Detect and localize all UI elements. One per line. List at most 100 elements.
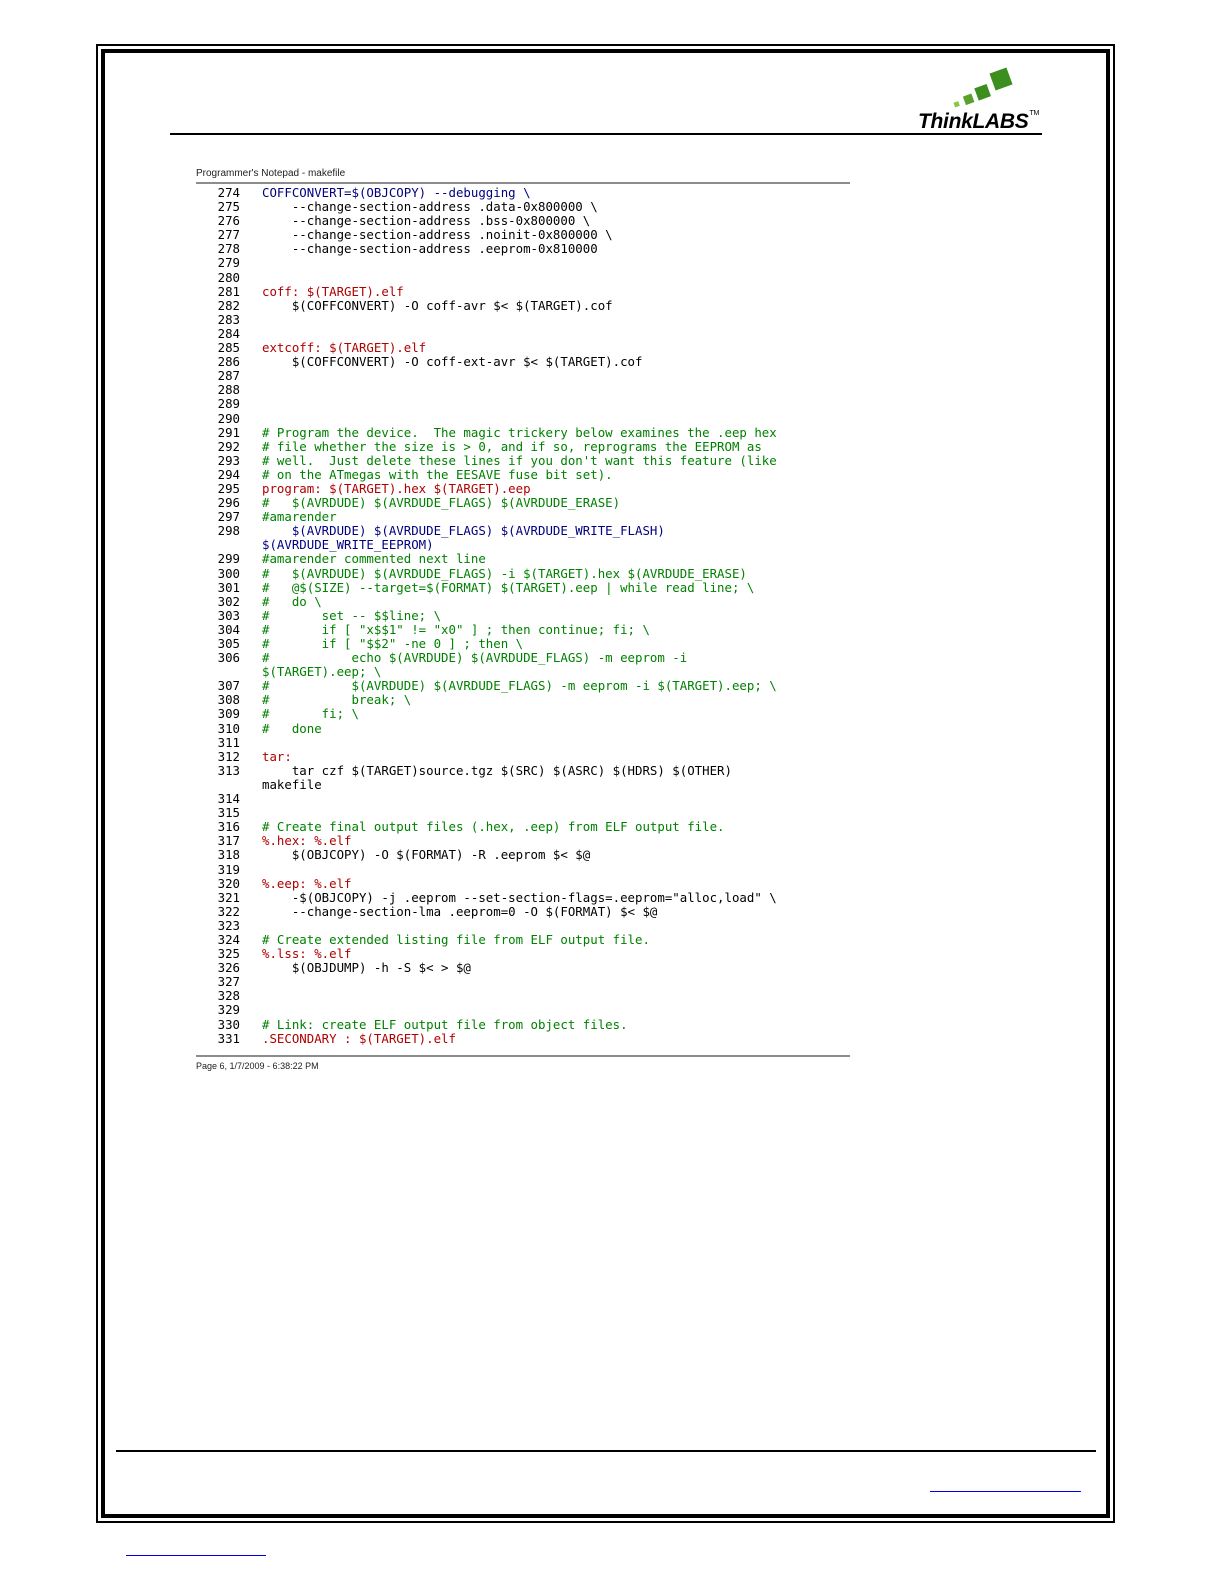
code-text: # fi; \ bbox=[262, 706, 359, 722]
code-line: 304 # if [ "x$$1" != "x0" ] ; then contin… bbox=[196, 621, 856, 637]
line-number: 278 bbox=[217, 241, 240, 257]
code-line: 306 # echo $(AVRDUDE) $(AVRDUDE_FLAGS) -m… bbox=[196, 650, 856, 666]
code-line: 326 $(OBJDUMP) -h -S $< > $@ bbox=[196, 961, 856, 975]
code-line: 330 # Link: create ELF output file from o… bbox=[196, 1016, 856, 1032]
code-text: tar: bbox=[262, 748, 292, 764]
trademark-mark: TM bbox=[1029, 110, 1039, 117]
code-text: # $(AVRDUDE) $(AVRDUDE_FLAGS) $(AVRDUDE_… bbox=[262, 495, 621, 511]
code-line: 328 bbox=[196, 989, 856, 1003]
line-number: 324 bbox=[217, 931, 240, 947]
code-text: #amarender bbox=[262, 509, 337, 525]
code-text: program: $(TARGET).hex $(TARGET).eep bbox=[262, 480, 531, 496]
code-line: 279 bbox=[196, 256, 856, 270]
line-number: 292 bbox=[217, 438, 240, 454]
code-line: 275 --change-section-address .data-0x800… bbox=[196, 199, 856, 215]
code-text: # $(AVRDUDE) $(AVRDUDE_FLAGS) -m eeprom … bbox=[262, 678, 777, 694]
line-number: 320 bbox=[217, 875, 240, 891]
line-number: 285 bbox=[217, 340, 240, 356]
line-number: 306 bbox=[217, 650, 240, 666]
code-text: COFFCONVERT=$(OBJCOPY) --debugging \ bbox=[262, 185, 531, 200]
code-line: 289 bbox=[196, 397, 856, 411]
notepad-footer: Page 6, 1/7/2009 - 6:38:22 PM bbox=[196, 1061, 319, 1071]
code-line: 298 $(AVRDUDE) $(AVRDUDE_FLAGS) $(AVRDUD… bbox=[196, 524, 856, 538]
code-line: 323 bbox=[196, 918, 856, 933]
code-line: 296 # $(AVRDUDE) $(AVRDUDE_FLAGS) $(AVRDU… bbox=[196, 495, 856, 511]
code-line: 309 # fi; \ bbox=[196, 707, 856, 721]
code-line: 325 %.lss: %.elf bbox=[196, 946, 856, 962]
line-number: 326 bbox=[217, 960, 240, 976]
code-line: 312 tar: bbox=[196, 748, 856, 764]
code-text: # done bbox=[262, 720, 322, 736]
header-rule bbox=[170, 133, 1042, 135]
code-line: 324 # Create extended listing file from E… bbox=[196, 931, 856, 947]
code-line: 302 # do \ bbox=[196, 593, 856, 609]
line-number: 311 bbox=[217, 734, 240, 750]
code-line: 313 tar czf $(TARGET)source.tgz $(SRC) $… bbox=[196, 762, 856, 778]
line-number: 327 bbox=[217, 974, 240, 990]
code-line: 317 %.hex: %.elf bbox=[196, 834, 856, 848]
code-text: $(OBJDUMP) -h -S $< > $@ bbox=[262, 960, 471, 976]
logo-wordmark: ThinkLABSTM bbox=[918, 110, 1039, 133]
line-number bbox=[196, 778, 262, 792]
code-text: coff: $(TARGET).elf bbox=[262, 283, 404, 299]
line-number: 284 bbox=[217, 325, 240, 341]
line-number: 300 bbox=[217, 565, 240, 581]
code-line: 321 -$(OBJCOPY) -j .eeprom --set-section… bbox=[196, 890, 856, 905]
code-line: 322 --change-section-lma .eeprom=0 -O $(… bbox=[196, 904, 856, 919]
bottom-link[interactable] bbox=[126, 1555, 266, 1556]
code-line: 294 # on the ATmegas with the EESAVE fuse… bbox=[196, 466, 856, 482]
code-line: 311 bbox=[196, 734, 856, 750]
code-line: 281 coff: $(TARGET).elf bbox=[196, 283, 856, 299]
line-number: 280 bbox=[217, 269, 240, 285]
code-line: 287 bbox=[196, 369, 856, 383]
code-text: # if [ "$$2" -ne 0 ] ; then \ bbox=[262, 636, 524, 651]
code-line: 299 #amarender commented next line bbox=[196, 552, 856, 566]
line-number: 307 bbox=[217, 678, 240, 694]
code-line: 291 # Program the device. The magic trick… bbox=[196, 424, 856, 440]
code-text: $(COFFCONVERT) -O coff-avr $< $(TARGET).… bbox=[262, 297, 613, 313]
code-text: makefile bbox=[262, 776, 322, 792]
code-line: 283 bbox=[196, 311, 856, 327]
line-number: 288 bbox=[217, 382, 240, 398]
line-number: 316 bbox=[217, 819, 240, 835]
code-line: 300 # $(AVRDUDE) $(AVRDUDE_FLAGS) -i $(TA… bbox=[196, 565, 856, 581]
line-number: 303 bbox=[217, 607, 240, 623]
code-text: #amarender commented next line bbox=[262, 551, 486, 567]
code-text: %.lss: %.elf bbox=[262, 946, 352, 962]
footer-link[interactable] bbox=[930, 1491, 1081, 1492]
line-number: 283 bbox=[217, 311, 240, 327]
notepad-bottom-rule bbox=[196, 1055, 850, 1057]
line-number: 313 bbox=[217, 762, 240, 778]
code-line: 280 bbox=[196, 269, 856, 285]
code-line: 277 --change-section-address .noinit-0x8… bbox=[196, 228, 856, 242]
line-number: 304 bbox=[217, 621, 240, 637]
line-number: 275 bbox=[217, 199, 240, 215]
code-text: $(AVRDUDE_WRITE_EEPROM) bbox=[262, 537, 434, 553]
code-line: 319 bbox=[196, 862, 856, 877]
code-text: # break; \ bbox=[262, 692, 412, 708]
line-number: 297 bbox=[217, 509, 240, 525]
line-number: 276 bbox=[217, 213, 240, 229]
code-text: $(AVRDUDE) $(AVRDUDE_FLAGS) $(AVRDUDE_WR… bbox=[262, 523, 665, 539]
code-line: 282 $(COFFCONVERT) -O coff-avr $< $(TARG… bbox=[196, 297, 856, 313]
line-number: 302 bbox=[217, 593, 240, 609]
line-number: 325 bbox=[217, 946, 240, 962]
line-number bbox=[196, 538, 262, 552]
code-line: 307 # $(AVRDUDE) $(AVRDUDE_FLAGS) -m eepr… bbox=[196, 679, 856, 693]
footer-rule bbox=[116, 1450, 1096, 1452]
code-line: 288 bbox=[196, 383, 856, 397]
code-line: 303 # set -- $$line; \ bbox=[196, 607, 856, 623]
line-number: 281 bbox=[217, 283, 240, 299]
line-number: 328 bbox=[217, 988, 240, 1004]
line-number: 294 bbox=[217, 466, 240, 482]
line-number: 314 bbox=[217, 791, 240, 807]
code-line: 276 --change-section-address .bss-0x8000… bbox=[196, 214, 856, 228]
code-listing: 274 COFFCONVERT=$(OBJCOPY) --debugging \ 2… bbox=[196, 185, 856, 1046]
line-number: 305 bbox=[217, 636, 240, 651]
code-line: 310 # done bbox=[196, 720, 856, 736]
code-text: # Link: create ELF output file from obje… bbox=[262, 1016, 628, 1032]
line-number: 291 bbox=[217, 424, 240, 440]
code-text: %.eep: %.elf bbox=[262, 875, 352, 891]
code-line: 327 bbox=[196, 975, 856, 989]
code-text: .SECONDARY : $(TARGET).elf bbox=[262, 1030, 456, 1046]
